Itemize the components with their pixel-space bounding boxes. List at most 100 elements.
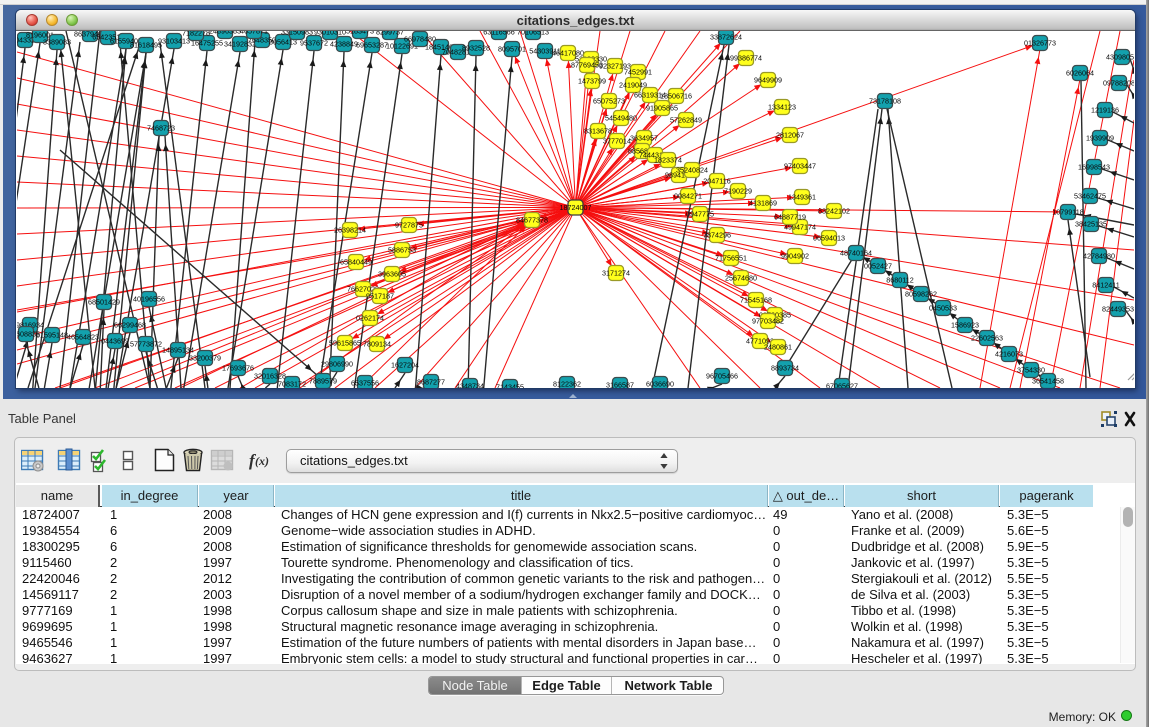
- svg-text:3634957: 3634957: [630, 134, 658, 143]
- svg-text:93103413: 93103413: [158, 37, 190, 46]
- svg-text:8687277: 8687277: [417, 378, 445, 387]
- svg-text:3754330: 3754330: [1017, 366, 1045, 375]
- svg-text:33200379: 33200379: [189, 354, 221, 363]
- svg-text:35240824: 35240824: [676, 166, 708, 175]
- svg-text:24896383: 24896383: [209, 31, 241, 36]
- svg-text:5886753: 5886753: [388, 246, 416, 255]
- svg-text:9517187: 9517187: [366, 292, 394, 301]
- svg-text:46564823: 46564823: [67, 333, 99, 342]
- svg-text:09788208: 09788208: [1103, 79, 1134, 88]
- svg-text:1349361: 1349361: [788, 193, 816, 202]
- svg-text:82449353: 82449353: [1102, 305, 1134, 314]
- svg-text:6537556: 6537556: [351, 379, 379, 388]
- svg-text:64887719: 64887719: [774, 213, 806, 222]
- svg-text:7083172: 7083172: [278, 380, 306, 388]
- svg-text:57773872: 57773872: [130, 340, 162, 349]
- svg-text:01326773: 01326773: [1024, 39, 1056, 48]
- svg-text:80598262: 80598262: [905, 290, 937, 299]
- svg-text:33872624: 33872624: [710, 33, 742, 42]
- svg-text:9904902: 9904902: [781, 252, 809, 261]
- svg-text:99386774: 99386774: [730, 54, 762, 63]
- svg-text:7190229: 7190229: [724, 187, 752, 196]
- svg-text:7468723: 7468723: [147, 124, 175, 133]
- svg-text:06594013: 06594013: [813, 234, 845, 243]
- svg-text:7809134: 7809134: [363, 340, 391, 349]
- svg-text:3963605: 3963605: [378, 270, 406, 279]
- svg-text:3166587: 3166587: [606, 381, 634, 388]
- svg-text:3777014: 3777014: [603, 137, 631, 146]
- svg-text:67065627: 67065627: [826, 382, 858, 388]
- svg-text:2047116: 2047116: [703, 177, 730, 186]
- svg-text:17693676: 17693676: [222, 364, 254, 373]
- svg-text:(x): (x): [255, 454, 269, 468]
- svg-text:42784980: 42784980: [1083, 252, 1115, 261]
- svg-text:71545168: 71545168: [740, 296, 772, 305]
- svg-text:66299468: 66299468: [114, 321, 146, 330]
- svg-text:0450533: 0450533: [929, 304, 957, 313]
- svg-text:9649909: 9649909: [754, 76, 782, 85]
- svg-text:8299737: 8299737: [376, 31, 404, 37]
- svg-text:0262174: 0262174: [356, 314, 384, 323]
- svg-text:1939909: 1939909: [1086, 134, 1114, 143]
- svg-text:4348734: 4348734: [456, 382, 484, 388]
- svg-text:0443699: 0443699: [101, 337, 129, 346]
- svg-text:71756551: 71756551: [715, 254, 747, 263]
- svg-text:97703482: 97703482: [752, 317, 784, 326]
- svg-text:96705466: 96705466: [706, 372, 738, 381]
- svg-text:4131869: 4131869: [749, 199, 777, 208]
- svg-text:3171274: 3171274: [602, 269, 630, 278]
- svg-text:73178108: 73178108: [869, 97, 901, 106]
- svg-text:1823374: 1823374: [654, 156, 682, 165]
- svg-text:65840449: 65840449: [340, 258, 372, 267]
- svg-text:91905865: 91905865: [646, 104, 678, 113]
- svg-text:9537672: 9537672: [300, 39, 328, 48]
- svg-text:18506716: 18506716: [660, 92, 692, 101]
- svg-text:2480861: 2480861: [764, 343, 792, 352]
- svg-text:7182278: 7182278: [182, 31, 210, 38]
- svg-text:7874296: 7874296: [703, 231, 731, 240]
- svg-text:1586923: 1586923: [951, 321, 979, 330]
- svg-text:1334123: 1334123: [768, 103, 796, 112]
- svg-text:29806990: 29806990: [321, 360, 353, 369]
- svg-text:0052427: 0052427: [864, 262, 892, 271]
- svg-text:63116566: 63116566: [483, 31, 514, 37]
- svg-text:40196556: 40196556: [133, 295, 165, 304]
- svg-text:69653287: 69653287: [356, 41, 388, 50]
- svg-text:53462475: 53462475: [1074, 192, 1106, 201]
- svg-text:2812067: 2812067: [776, 131, 804, 140]
- svg-text:4657871: 4657871: [240, 31, 268, 36]
- svg-text:87769453: 87769453: [571, 61, 603, 70]
- svg-text:2419049: 2419049: [619, 81, 647, 90]
- svg-text:10799118: 10799118: [1052, 208, 1083, 217]
- svg-text:0084271: 0084271: [674, 192, 702, 201]
- svg-text:8932528: 8932528: [462, 44, 490, 53]
- svg-text:61595148: 61595148: [36, 331, 68, 340]
- svg-text:97403447: 97403447: [784, 162, 816, 171]
- svg-text:93010310: 93010310: [314, 31, 346, 37]
- svg-text:84677378: 84677378: [516, 216, 548, 225]
- svg-text:8412411: 8412411: [1092, 281, 1119, 290]
- svg-text:59615865: 59615865: [329, 339, 361, 348]
- svg-text:7889579: 7889579: [309, 377, 337, 386]
- svg-text:8893734: 8893734: [771, 364, 799, 373]
- svg-text:1627204: 1627204: [391, 361, 419, 370]
- svg-text:38425135: 38425135: [1075, 220, 1107, 229]
- svg-text:0947775: 0947775: [686, 210, 714, 219]
- svg-text:5183473: 5183473: [346, 31, 374, 36]
- svg-text:8122362: 8122362: [553, 380, 581, 388]
- svg-text:54549480: 54549480: [605, 114, 637, 123]
- svg-text:6026064: 6026064: [1066, 69, 1094, 78]
- svg-text:4238849: 4238849: [330, 40, 358, 49]
- svg-text:22602563: 22602563: [971, 334, 1003, 343]
- svg-text:65075273: 65075273: [593, 97, 625, 106]
- svg-text:4216073: 4216073: [995, 350, 1023, 359]
- svg-text:26398214: 26398214: [334, 226, 366, 235]
- svg-text:8313678: 8313678: [584, 127, 612, 136]
- svg-text:48740164: 48740164: [840, 249, 872, 258]
- svg-text:8095701: 8095701: [498, 45, 526, 54]
- svg-text:83242102: 83242102: [818, 207, 850, 216]
- svg-text:1473799: 1473799: [578, 77, 606, 86]
- svg-text:9727875: 9727875: [395, 221, 423, 230]
- svg-text:57262849: 57262849: [670, 116, 702, 125]
- svg-text:70106513: 70106513: [517, 31, 549, 37]
